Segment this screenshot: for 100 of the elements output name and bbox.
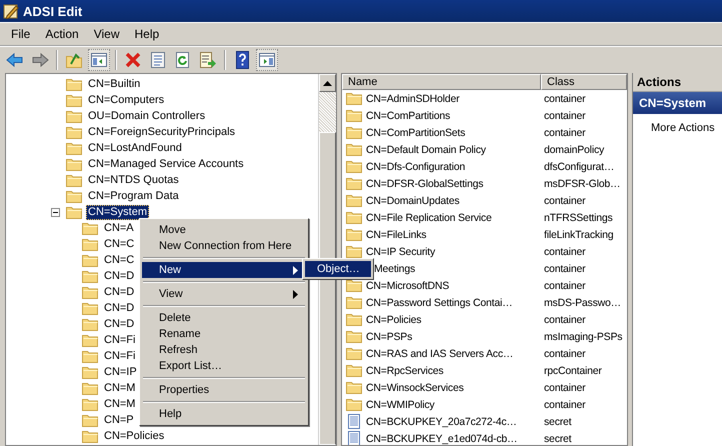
table-cell-text: container (543, 382, 586, 394)
menu-item[interactable]: Properties (142, 382, 306, 398)
menu-item[interactable]: Export List… (142, 358, 306, 374)
tree-item[interactable]: CN=A (102, 220, 136, 236)
table-cell: CN=IP Security (366, 246, 436, 258)
tree-item[interactable]: CN=C (102, 236, 136, 252)
tree-item[interactable]: CN=D (102, 316, 136, 332)
folder-icon (82, 220, 99, 236)
folder-icon (82, 332, 99, 348)
menu-item[interactable]: View (86, 27, 128, 41)
menu-item[interactable]: Help (142, 406, 306, 422)
menu-item[interactable]: File (4, 27, 38, 41)
table-cell-text: secret (543, 416, 572, 428)
forward-arrow-icon (31, 50, 49, 68)
folder-icon (346, 363, 363, 378)
console-tree-icon (90, 50, 108, 68)
folder-icon (66, 76, 83, 92)
tree-item[interactable]: CN=D (102, 268, 136, 284)
folder-icon (346, 91, 363, 106)
table-cell: CN=DFSR-GlobalSettings (366, 178, 484, 190)
folder-icon (346, 380, 363, 395)
tree-item[interactable]: CN=M (102, 396, 138, 412)
folder-icon (82, 348, 99, 364)
folder-icon (346, 108, 363, 123)
table-cell-text: dfsConfigurat… (543, 160, 614, 172)
document-icon (346, 414, 363, 429)
column-header[interactable]: Name (342, 74, 541, 90)
table-cell: CN=BCKUPKEY_e1ed074d-cb… (366, 432, 518, 444)
folder-icon (346, 278, 363, 293)
tree-item[interactable]: CN=D (102, 284, 136, 300)
table-cell: CN=MicrosoftDNS (366, 280, 450, 292)
folder-icon (82, 412, 99, 428)
folder-icon (66, 124, 83, 140)
menu-item[interactable]: Help (128, 27, 168, 41)
tree-item[interactable]: CN=Managed Service Accounts (86, 156, 246, 172)
column-header[interactable]: Class (541, 74, 627, 90)
tree-item[interactable]: CN=System (86, 204, 149, 220)
folder-icon (66, 204, 83, 220)
table-cell-text: container (543, 314, 586, 326)
folder-icon (66, 172, 83, 188)
table-cell-text: container (543, 246, 586, 258)
tree-item[interactable]: CN=IP (102, 364, 139, 380)
table-cell-text: container (543, 262, 586, 274)
tree-item[interactable]: CN=Fi (102, 332, 138, 348)
folder-icon (82, 364, 99, 380)
table-cell-text: container (543, 194, 586, 206)
section-header[interactable]: CN=System (633, 92, 722, 114)
tree-item[interactable]: CN=Fi (102, 348, 138, 364)
window-title: ADSI Edit (23, 4, 82, 18)
menu-item[interactable]: Delete (142, 310, 306, 326)
collapse-icon[interactable] (51, 208, 60, 216)
tree-item[interactable]: CN=P (102, 412, 136, 428)
table-cell: CN=DomainUpdates (366, 194, 460, 206)
table-cell-text: msDFSR-Glob… (543, 178, 620, 190)
table-cell: CN=Password Settings Contai… (366, 296, 512, 308)
menu-item[interactable]: Object… (305, 261, 371, 277)
tree-item[interactable]: OU=Domain Controllers (86, 108, 208, 124)
tree-item[interactable]: CN=M (102, 380, 138, 396)
table-cell-text: domainPolicy (543, 144, 604, 156)
toolbar-button[interactable] (256, 48, 278, 70)
folder-icon (346, 159, 363, 174)
tree-item[interactable]: CN=Builtin (86, 76, 142, 92)
tree-item[interactable]: CN=D (102, 300, 136, 316)
folder-icon (346, 193, 363, 208)
action-pane-icon (258, 50, 276, 68)
table-cell-text: container (543, 92, 586, 104)
table-cell: CN=ComPartitions (366, 110, 450, 122)
table-cell: CN=BCKUPKEY_20a7c272-4c… (366, 416, 517, 428)
pane-header: Actions (633, 73, 722, 92)
tree-item[interactable]: CN=Policies (102, 428, 166, 444)
table-cell: CN=Dfs-Configuration (366, 160, 466, 172)
table-cell-text: container (543, 110, 586, 122)
menu-item[interactable]: Action (38, 27, 87, 41)
folder-icon (346, 142, 363, 157)
folder-icon (82, 396, 99, 412)
scroll-up-button[interactable] (319, 74, 336, 92)
folder-icon (82, 284, 99, 300)
folder-icon (66, 140, 83, 156)
menu-item[interactable]: View (142, 286, 306, 302)
table-cell-text: nTFRSSettings (543, 212, 613, 224)
folder-icon (346, 244, 363, 259)
menu-item[interactable]: Move (142, 222, 306, 238)
folder-icon (346, 346, 363, 361)
tree-item[interactable]: CN=Program Data (86, 188, 181, 204)
tree-item[interactable]: CN=ForeignSecurityPrincipals (86, 124, 238, 140)
action-link[interactable]: More Actions (633, 114, 722, 134)
menu-item[interactable]: Rename (142, 326, 306, 342)
menu-item[interactable]: Refresh (142, 342, 306, 358)
table-cell-text: container (543, 398, 586, 410)
up-arrow-icon (323, 80, 332, 86)
tree-item[interactable]: CN=C (102, 252, 136, 268)
tree-item[interactable]: CN=NTDS Quotas (86, 172, 181, 188)
table-cell-text: msDS-Passwo… (543, 296, 621, 308)
tree-item[interactable]: CN=Computers (86, 92, 166, 108)
menu-item[interactable]: New Connection from Here (142, 238, 306, 254)
folder-icon (66, 92, 83, 108)
table-cell: CN=WinsockServices (366, 382, 464, 394)
toolbar-button[interactable] (88, 48, 110, 70)
tree-item[interactable]: CN=LostAndFound (86, 140, 184, 156)
app-icon (3, 3, 19, 19)
